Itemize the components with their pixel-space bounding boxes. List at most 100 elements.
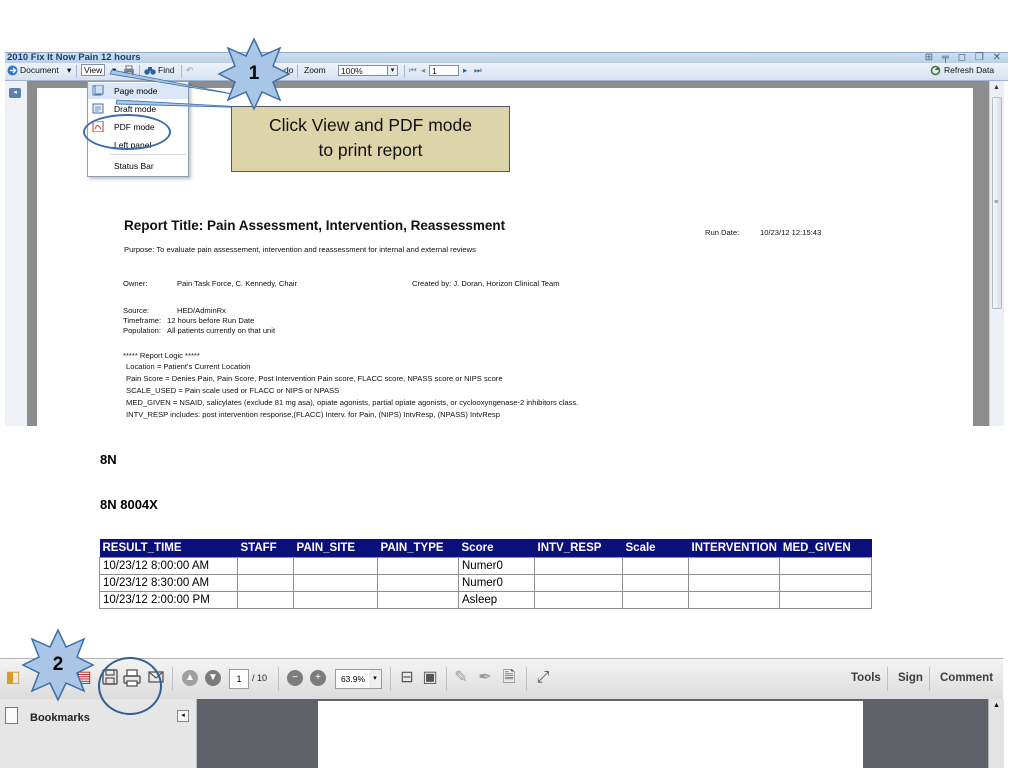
cell-med-given [779, 557, 873, 575]
pdf-page [318, 701, 863, 768]
toolbar-separator [526, 667, 527, 691]
unit-heading: 8N [100, 452, 117, 467]
cell-pain-site [293, 574, 378, 592]
page-mode-icon [92, 84, 104, 96]
column-header: MED_GIVEN [779, 539, 872, 558]
expand-icon[interactable]: ⤢ [533, 668, 553, 688]
toolbar-separator [181, 65, 182, 78]
timeframe-label: Timeframe: [123, 316, 162, 325]
zoom-dropdown-icon[interactable]: ▾ [388, 65, 398, 76]
page-number-input[interactable]: 1 [429, 65, 459, 76]
document-icon[interactable]: 🗎 [499, 668, 519, 688]
cell-score: Numer0 [458, 557, 535, 575]
table-row: 10/23/12 2:00:00 PM Asleep [99, 591, 873, 609]
cell-score: Numer0 [458, 574, 535, 592]
scroll-up-icon[interactable]: ▲ [993, 84, 1000, 91]
toolbar-separator [139, 65, 140, 78]
first-page-icon[interactable]: ⏮ [409, 65, 417, 76]
unit-room-heading: 8N 8004X [100, 497, 158, 512]
menu-item-page-mode[interactable]: Page mode [88, 83, 188, 99]
sign-pen-icon[interactable]: ✒ [475, 668, 495, 688]
last-page-icon[interactable]: ⏭ [474, 65, 482, 76]
cell-scale [622, 557, 689, 575]
scroll-grip-icon: ≡ [994, 199, 999, 206]
refresh-data-button[interactable]: Refresh Data [944, 65, 994, 75]
report-logic-line: MED_GIVEN = NSAID, salicylates (exclude … [126, 398, 579, 407]
zoom-input[interactable]: 100% [338, 65, 388, 76]
document-menu-arrow-icon[interactable]: ▾ [67, 65, 71, 76]
find-button[interactable]: Find [158, 65, 175, 75]
column-header: PAIN_TYPE [377, 539, 459, 558]
column-header: INTERVENTION [688, 539, 780, 558]
page-total: / 10 [252, 673, 268, 683]
left-panel-gutter: ◂ [5, 81, 27, 426]
column-header: STAFF [237, 539, 294, 558]
cell-staff [237, 574, 294, 592]
population-label: Population: [123, 326, 161, 335]
cell-pain-type [377, 591, 459, 609]
prev-page-icon[interactable]: ▲ [182, 670, 198, 686]
pdf-mode-highlight-ellipse [83, 114, 171, 150]
menu-divider [110, 154, 186, 155]
comment-button[interactable]: Comment [940, 672, 993, 684]
print-icon[interactable] [123, 65, 135, 78]
column-header: INTV_RESP [534, 539, 623, 558]
undo-icon[interactable]: ↶ [186, 65, 193, 76]
sign-button[interactable]: Sign [898, 672, 923, 684]
cell-score: Asleep [458, 591, 535, 609]
next-page-icon[interactable]: ▼ [205, 670, 221, 686]
edit-text-icon[interactable]: ✎ [451, 668, 471, 688]
window-title: 2010 Fix It Now Pain 12 hours [7, 52, 141, 63]
step-1-number: 1 [248, 63, 260, 84]
tools-button[interactable]: Tools [851, 672, 881, 684]
toolbar-separator [446, 667, 447, 691]
cell-scale [622, 574, 689, 592]
refresh-icon[interactable] [930, 65, 941, 78]
cell-pain-type [377, 557, 459, 575]
draft-mode-icon [92, 103, 104, 114]
cell-staff [237, 557, 294, 575]
report-logic-header: ***** Report Logic ***** [123, 351, 200, 360]
bookmarks-label: Bookmarks [30, 712, 90, 724]
cell-med-given [779, 574, 873, 592]
timeframe-value: 12 hours before Run Date [167, 316, 255, 325]
document-menu[interactable]: Document [20, 65, 59, 75]
view-menu-arrow-icon[interactable]: ▾ [112, 65, 116, 76]
zoom-dropdown-icon[interactable]: ▾ [369, 669, 382, 689]
cell-scale [622, 591, 689, 609]
menu-item-status-bar[interactable]: Status Bar [88, 158, 188, 174]
fit-width-icon[interactable]: ⊟ [397, 668, 417, 688]
table-header-row: RESULT_TIME STAFF PAIN_SITE PAIN_TYPE Sc… [99, 539, 872, 558]
report-logic-line: Pain Score = Denies Pain, Pain Score, Po… [126, 374, 503, 383]
next-page-icon[interactable]: ▸ [463, 65, 467, 76]
open-file-icon[interactable]: ◧ [3, 668, 23, 688]
bookmarks-icon[interactable] [5, 707, 18, 724]
view-menu-button[interactable]: View [81, 64, 106, 76]
page-number-input[interactable]: 1 [229, 669, 249, 689]
toolbar-separator [172, 667, 173, 691]
viewer-toolbar: Document ▾ View ▾ Find ↶ do Zoom 100% ▾ … [5, 63, 1008, 81]
zoom-input[interactable]: 63.9% [335, 669, 371, 689]
table-row: 10/23/12 8:00:00 AM Numer0 [99, 557, 873, 575]
print-highlight-ellipse [98, 657, 162, 715]
zoom-in-icon[interactable]: + [310, 670, 326, 686]
cell-result-time: 10/23/12 8:30:00 AM [99, 574, 238, 592]
prev-page-icon[interactable]: ◂ [421, 65, 425, 76]
fit-page-icon[interactable]: ▣ [420, 668, 440, 688]
zoom-out-icon[interactable]: − [287, 670, 303, 686]
column-header: RESULT_TIME [99, 539, 238, 558]
pdf-scrollbar[interactable]: ▲ [988, 699, 1004, 768]
report-logic-line: Location = Patient's Current Location [126, 362, 251, 371]
document-scrollbar[interactable]: ▲ ≡ [989, 81, 1004, 426]
collapse-panel-icon[interactable]: ◂ [177, 710, 189, 722]
report-logic-line: SCALE_USED = Pain scale used or FLACC or… [126, 386, 340, 395]
cell-staff [237, 591, 294, 609]
toolbar-separator [929, 667, 930, 691]
document-icon[interactable] [7, 65, 18, 78]
window-controls[interactable]: ⊞ ╤ ◻ ❐ ✕ [925, 52, 1004, 63]
scroll-up-icon[interactable]: ▲ [993, 702, 1000, 709]
panel-toggle-icon[interactable]: ◂ [9, 88, 21, 98]
step-1-star: 1 [217, 37, 291, 111]
owner-label: Owner: [123, 279, 148, 288]
binoculars-icon[interactable] [144, 65, 156, 78]
